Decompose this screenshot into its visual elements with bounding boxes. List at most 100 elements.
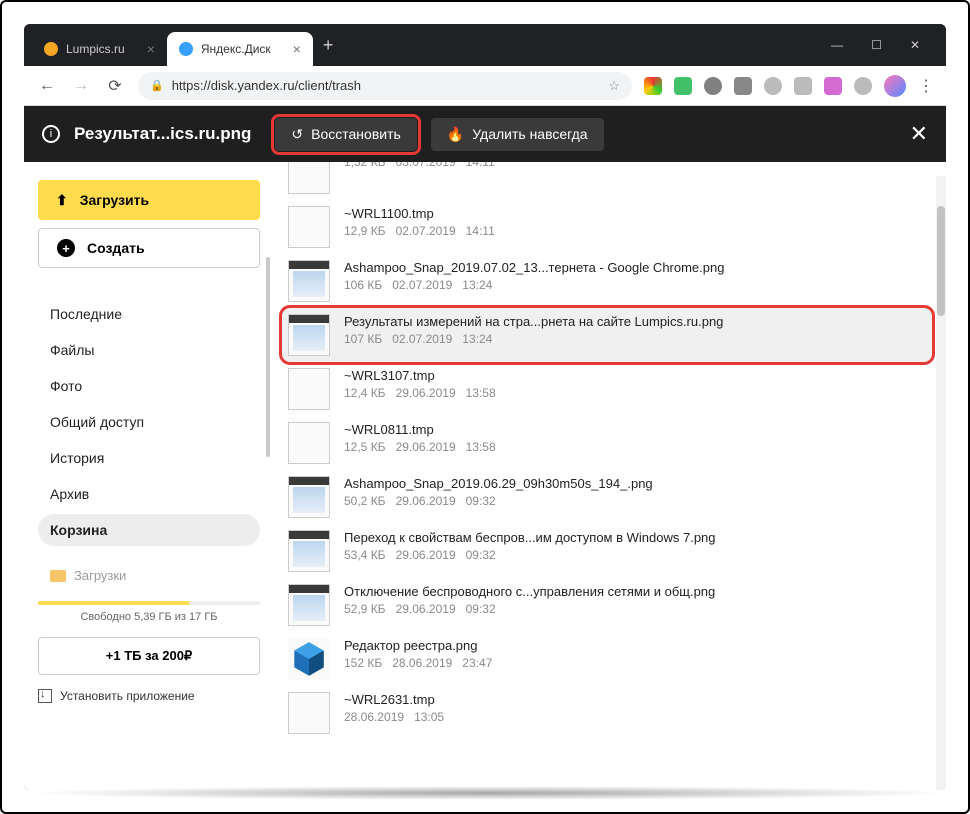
address-bar[interactable]: 🔒 https://disk.yandex.ru/client/trash ☆ (138, 72, 632, 100)
info-icon[interactable]: i (42, 125, 60, 143)
file-time: 13:05 (414, 710, 444, 724)
ext-icon[interactable] (734, 77, 752, 95)
favicon-lumpics (44, 42, 58, 56)
nav-back-icon[interactable]: ← (36, 77, 58, 95)
ext-icon[interactable] (854, 77, 872, 95)
close-selection-icon[interactable]: ✕ (910, 121, 928, 147)
file-size: 12,5 КБ (344, 440, 386, 454)
file-name: ~WRL3107.tmp (344, 368, 496, 383)
image-thumb-icon (288, 530, 330, 572)
file-row[interactable]: ~WRL3107.tmp12,4 КБ29.06.201913:58 (282, 362, 932, 416)
image-thumb-icon (288, 584, 330, 626)
sidebar-folder-downloads[interactable]: Загрузки (38, 560, 260, 591)
file-time: 13:58 (466, 440, 496, 454)
file-name: ~WRL0811.tmp (344, 422, 496, 437)
file-info: Переход к свойствам беспров...им доступо… (344, 530, 716, 562)
file-date: 28.06.2019 (392, 656, 452, 670)
file-time: 13:24 (462, 278, 492, 292)
ext-icon[interactable] (704, 77, 722, 95)
file-row[interactable]: ~WRL2631.tmp28.06.201913:05 (282, 686, 932, 740)
chrome-menu-icon[interactable]: ⋮ (918, 76, 934, 96)
tab-close-icon[interactable]: × (293, 41, 301, 57)
sidebar-item-5[interactable]: Архив (38, 478, 260, 510)
upload-button[interactable]: ⬆ Загрузить (38, 180, 260, 220)
file-row[interactable]: 1,32 КБ03.07.201914:11 (282, 162, 932, 200)
nav-forward-icon[interactable]: → (70, 77, 92, 95)
window-close-icon[interactable]: ✕ (910, 38, 920, 52)
file-size: 50,2 КБ (344, 494, 386, 508)
file-time: 23:47 (462, 656, 492, 670)
sidebar-item-2[interactable]: Фото (38, 370, 260, 402)
quota-bar (38, 601, 260, 605)
file-meta: 28.06.2019 13:05 (344, 710, 444, 724)
file-row[interactable]: Переход к свойствам беспров...им доступо… (282, 524, 932, 578)
promo-button[interactable]: +1 ТБ за 200₽ (38, 637, 260, 675)
url-text: https://disk.yandex.ru/client/trash (172, 78, 361, 93)
file-time: 14:11 (466, 162, 495, 169)
file-row[interactable]: ~WRL0811.tmp12,5 КБ29.06.201913:58 (282, 416, 932, 470)
tab-label: Lumpics.ru (66, 42, 125, 56)
sidebar-item-4[interactable]: История (38, 442, 260, 474)
sidebar-item-1[interactable]: Файлы (38, 334, 260, 366)
tab-active[interactable]: Яндекс.Диск × (167, 32, 313, 66)
window-maximize-icon[interactable]: ☐ (871, 38, 882, 52)
file-meta: 106 КБ02.07.201913:24 (344, 278, 724, 292)
restore-label: Восстановить (311, 126, 401, 142)
sidebar: ⬆ Загрузить + Создать Последние Файлы Фото… (24, 162, 274, 790)
sidebar-item-6[interactable]: Корзина (38, 514, 260, 546)
file-date: 29.06.2019 (396, 602, 456, 616)
file-row[interactable]: Ashampoo_Snap_2019.06.29_09h30m50s_194_.… (282, 470, 932, 524)
file-date: 29.06.2019 (396, 494, 456, 508)
sidebar-item-3[interactable]: Общий доступ (38, 406, 260, 438)
profile-avatar[interactable] (884, 75, 906, 97)
sidebar-item-0[interactable]: Последние (38, 298, 260, 330)
file-size: 52,9 КБ (344, 602, 386, 616)
file-info: Ashampoo_Snap_2019.07.02_13...тернета - … (344, 260, 724, 292)
install-app-link[interactable]: Установить приложение (38, 689, 260, 703)
file-meta: 50,2 КБ29.06.201909:32 (344, 494, 653, 508)
ext-icon[interactable] (794, 77, 812, 95)
new-tab-button[interactable]: + (313, 35, 344, 56)
tab-close-icon[interactable]: × (147, 41, 155, 57)
list-scrollbar[interactable] (936, 176, 946, 790)
drop-shadow (24, 786, 956, 800)
sidebar-scrollbar[interactable] (266, 257, 270, 457)
file-info: 1,32 КБ03.07.201914:11 (344, 162, 495, 169)
file-row[interactable]: Отключение беспроводного с...управления … (282, 578, 932, 632)
tab-inactive[interactable]: Lumpics.ru × (32, 32, 167, 66)
file-row[interactable]: Результаты измерений на стра...рнета на … (282, 308, 932, 362)
create-button[interactable]: + Создать (38, 228, 260, 268)
nav-reload-icon[interactable]: ⟳ (104, 76, 126, 96)
file-row[interactable]: Редактор реестра.png152 КБ28.06.201923:4… (282, 632, 932, 686)
file-date: 02.07.2019 (396, 224, 456, 238)
file-meta: 53,4 КБ29.06.201909:32 (344, 548, 716, 562)
file-date: 28.06.2019 (344, 710, 404, 724)
file-date: 02.07.2019 (392, 332, 452, 346)
file-list: 1,32 КБ03.07.201914:11~WRL1100.tmp12,9 К… (274, 162, 946, 790)
file-time: 13:58 (466, 386, 496, 400)
file-date: 03.07.2019 (396, 162, 456, 169)
file-thumb-icon (288, 422, 330, 464)
file-name: Отключение беспроводного с...управления … (344, 584, 715, 599)
delete-forever-button[interactable]: 🔥 Удалить навсегда (431, 118, 604, 151)
ext-icon[interactable] (824, 77, 842, 95)
restore-button[interactable]: ↺ Восстановить (275, 118, 416, 151)
extensions (644, 77, 872, 95)
window-minimize-icon[interactable]: ― (831, 38, 843, 52)
browser-window: Lumpics.ru × Яндекс.Диск × + ― ☐ ✕ ← → ⟳… (24, 24, 946, 790)
ext-icon[interactable] (644, 77, 662, 95)
ext-icon[interactable] (674, 77, 692, 95)
download-icon (38, 689, 52, 703)
file-meta: 12,4 КБ29.06.201913:58 (344, 386, 496, 400)
file-row[interactable]: Ashampoo_Snap_2019.07.02_13...тернета - … (282, 254, 932, 308)
file-info: ~WRL0811.tmp12,5 КБ29.06.201913:58 (344, 422, 496, 454)
file-thumb-icon (288, 368, 330, 410)
ext-icon[interactable] (764, 77, 782, 95)
file-info: ~WRL1100.tmp12,9 КБ02.07.201914:11 (344, 206, 495, 238)
file-time: 14:11 (466, 224, 495, 238)
file-size: 107 КБ (344, 332, 382, 346)
bookmark-star-icon[interactable]: ☆ (608, 78, 620, 94)
file-row[interactable]: ~WRL1100.tmp12,9 КБ02.07.201914:11 (282, 200, 932, 254)
image-thumb-icon (288, 314, 330, 356)
file-date: 29.06.2019 (396, 386, 456, 400)
